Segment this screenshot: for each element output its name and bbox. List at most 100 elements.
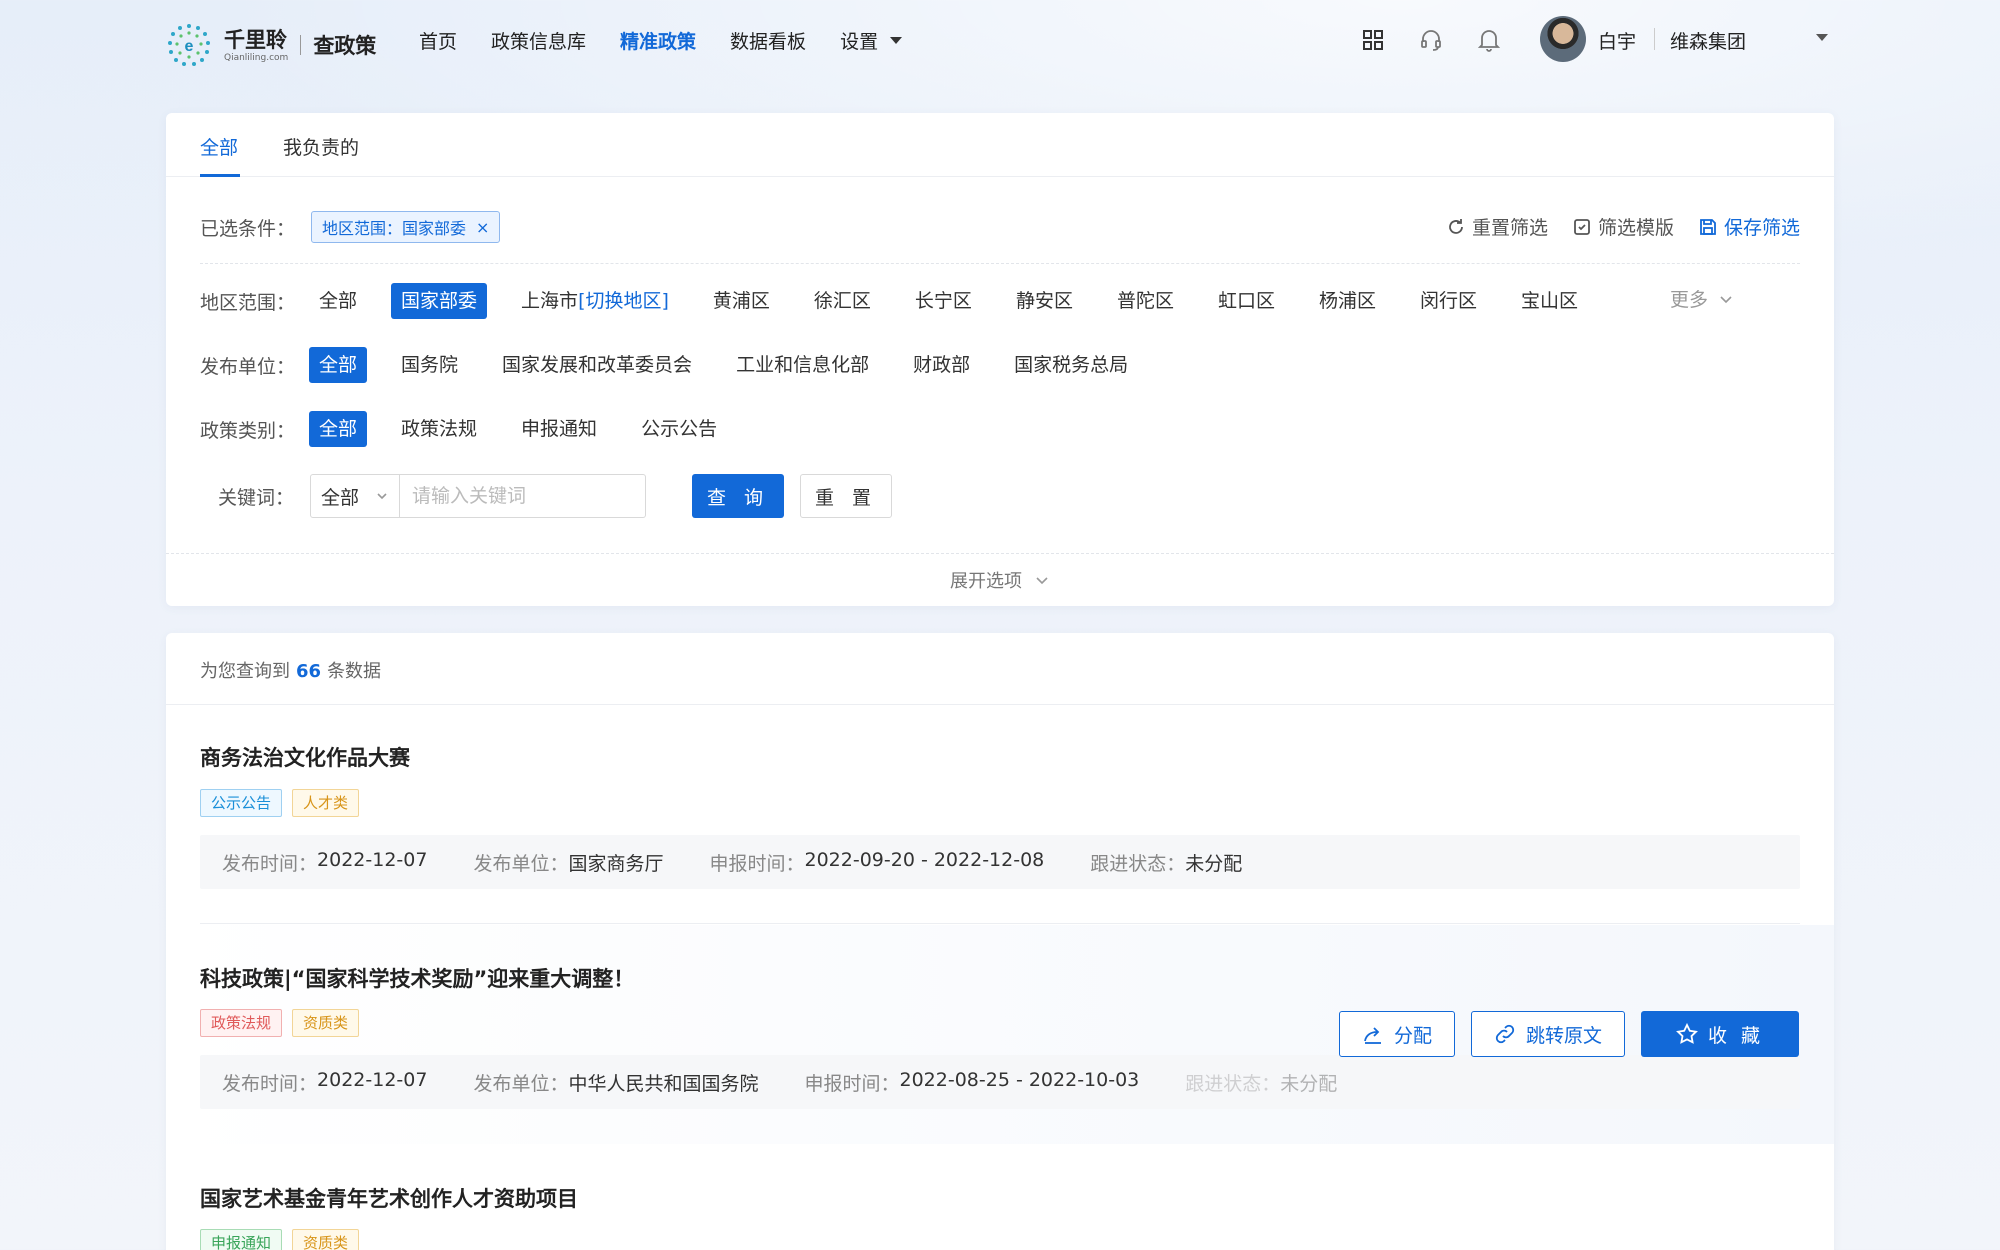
region-option-yangpu[interactable]: 杨浦区	[1309, 283, 1386, 319]
region-option-putuo[interactable]: 普陀区	[1107, 283, 1184, 319]
query-button[interactable]: 查 询	[692, 474, 785, 518]
menu-item-policy-library[interactable]: 政策信息库	[491, 27, 586, 54]
reset-button[interactable]: 重 置	[800, 474, 893, 518]
region-option-national[interactable]: 国家部委	[391, 283, 488, 319]
chevron-down-icon	[1036, 577, 1048, 585]
favorite-button[interactable]: 收 藏	[1641, 1011, 1800, 1057]
filter-template-button[interactable]: 筛选模版	[1572, 213, 1674, 240]
publisher-option-sta[interactable]: 国家税务总局	[1004, 347, 1138, 383]
filter-row-region: 地区范围： 全部 国家部委 上海市[切换地区] 黄浦区 徐汇区 长宁区 静安区 …	[200, 283, 1612, 319]
publisher-option-ndrc[interactable]: 国家发展和改革委员会	[492, 347, 702, 383]
region-option-huangpu[interactable]: 黄浦区	[703, 283, 780, 319]
logo[interactable]: e 千里聆 Qianliling.com 查政策	[166, 22, 376, 68]
meta-value: 2022-08-25 - 2022-10-03	[899, 1068, 1140, 1091]
keyword-input[interactable]	[400, 474, 647, 518]
publisher-option-all[interactable]: 全部	[309, 347, 368, 383]
category-option-all[interactable]: 全部	[309, 411, 368, 447]
save-filter-label: 保存筛选	[1723, 217, 1800, 239]
region-option-changning[interactable]: 长宁区	[905, 283, 982, 319]
menu-item-dashboard[interactable]: 数据看板	[730, 27, 806, 54]
chevron-down-icon	[1720, 295, 1732, 303]
expand-options-button[interactable]: 展开选项	[166, 567, 1834, 593]
menu-item-home[interactable]: 首页	[419, 27, 457, 54]
region-more-button[interactable]: 更多	[1670, 285, 1734, 312]
result-count: 66	[296, 661, 322, 682]
filter-row-publisher: 发布单位： 全部 国务院 国家发展和改革委员会 工业和信息化部 财政部 国家税务…	[200, 347, 1162, 383]
category-option-regulation[interactable]: 政策法规	[391, 411, 487, 447]
result-suffix: 条数据	[327, 661, 382, 682]
meta-label: 发布单位：	[473, 1072, 569, 1095]
meta-value: 未分配	[1280, 1072, 1338, 1095]
condition-divider	[200, 263, 1800, 264]
condition-chip-text: 地区范围：国家部委	[322, 219, 467, 238]
results-panel: 为您查询到 66 条数据 商务法治文化作品大赛 公示公告 人才类 发布时间： 2022…	[166, 633, 1834, 1250]
meta-label: 申报时间：	[709, 852, 805, 875]
region-option-all[interactable]: 全部	[309, 283, 367, 319]
region-option-shanghai[interactable]: 上海市[切换地区]	[511, 283, 679, 319]
item-tags: 申报通知 资质类	[200, 1229, 369, 1250]
menu-item-precise-policy[interactable]: 精准政策	[620, 27, 696, 54]
item-title[interactable]: 商务法治文化作品大赛	[200, 742, 410, 772]
meta-value: 未分配	[1185, 852, 1243, 875]
item-title[interactable]: 科技政策|“国家科学技术奖励”迎来重大调整！	[200, 963, 634, 993]
list-item[interactable]: 商务法治文化作品大赛 公示公告 人才类 发布时间： 2022-12-07 发布单位…	[166, 705, 1834, 924]
brand-name: 千里聆	[224, 27, 287, 52]
tab-active-indicator	[200, 174, 240, 177]
publisher-option-miit[interactable]: 工业和信息化部	[726, 347, 879, 383]
product-name: 查政策	[313, 34, 377, 58]
keyword-row: 关键词： 全部 查 询 重 置	[218, 474, 893, 518]
item-title[interactable]: 国家艺术基金青年艺术创作人才资助项目	[200, 1183, 578, 1213]
logo-mark-icon: e	[166, 22, 212, 68]
meta-value: 国家商务厅	[568, 852, 664, 875]
publisher-option-state-council[interactable]: 国务院	[391, 347, 468, 383]
result-count-text: 为您查询到 66 条数据	[200, 657, 381, 683]
region-option-hongkou[interactable]: 虹口区	[1208, 283, 1285, 319]
filter-panel: 全部 我负责的 已选条件： 地区范围：国家部委 × 重置筛选 筛选模版 保存筛选…	[166, 113, 1834, 606]
region-option-xuhui[interactable]: 徐汇区	[804, 283, 881, 319]
item-tag: 资质类	[292, 1009, 360, 1037]
region-option-jingan[interactable]: 静安区	[1006, 283, 1083, 319]
hovered-item-actions: 分配 跳转原文 收 藏	[1339, 1011, 1800, 1057]
meta-publisher: 发布单位： 国家商务厅	[473, 849, 663, 876]
result-prefix: 为您查询到	[200, 661, 290, 682]
item-meta: 发布时间： 2022-12-07 发布单位： 国家商务厅 申报时间： 2022-09-…	[200, 835, 1800, 889]
user-name[interactable]: 白宇	[1598, 27, 1636, 54]
user-divider	[1654, 28, 1655, 50]
region-option-minhang[interactable]: 闵行区	[1410, 283, 1487, 319]
apps-grid-icon[interactable]	[1360, 27, 1386, 53]
keyword-scope-select[interactable]: 全部	[310, 474, 401, 518]
region-option-baoshan[interactable]: 宝山区	[1511, 283, 1588, 319]
region-more-label: 更多	[1669, 289, 1708, 311]
org-name[interactable]: 维森集团	[1670, 27, 1746, 54]
item-meta: 发布时间： 2022-12-07 发布单位： 中华人民共和国国务院 申报时间： 202…	[200, 1055, 1800, 1109]
tab-mine[interactable]: 我负责的	[283, 133, 359, 160]
meta-publish-time: 发布时间： 2022-12-07	[222, 849, 427, 876]
top-nav: e 千里聆 Qianliling.com 查政策 首页 政策信息库 精准政策 数…	[0, 0, 2000, 80]
avatar[interactable]	[1540, 16, 1586, 62]
org-dropdown-icon[interactable]	[1816, 34, 1828, 41]
tab-all[interactable]: 全部	[200, 133, 238, 160]
headset-icon[interactable]	[1418, 27, 1444, 53]
meta-label: 跟进状态：	[1185, 1072, 1281, 1095]
jump-to-source-label: 跳转原文	[1526, 1024, 1603, 1047]
svg-text:e: e	[185, 38, 194, 55]
remove-condition-icon[interactable]: ×	[476, 218, 489, 237]
meta-apply-time: 申报时间： 2022-08-25 - 2022-10-03	[804, 1069, 1139, 1096]
item-tag: 申报通知	[200, 1229, 283, 1250]
assign-label: 分配	[1394, 1024, 1433, 1047]
publisher-option-mof[interactable]: 财政部	[903, 347, 980, 383]
list-item[interactable]: 国家艺术基金青年艺术创作人才资助项目 申报通知 资质类	[166, 1145, 1834, 1250]
meta-value: 2022-12-07	[317, 848, 428, 871]
assign-button[interactable]: 分配	[1339, 1011, 1456, 1057]
category-option-application[interactable]: 申报通知	[511, 411, 607, 447]
meta-publish-time: 发布时间： 2022-12-07	[222, 1069, 427, 1096]
item-tag: 公示公告	[200, 789, 283, 817]
reset-filter-button[interactable]: 重置筛选	[1446, 213, 1548, 240]
category-option-announcement[interactable]: 公示公告	[631, 411, 727, 447]
menu-item-settings[interactable]: 设置	[840, 27, 903, 54]
save-filter-button[interactable]: 保存筛选	[1698, 213, 1800, 240]
switch-region-link[interactable]: [切换地区]	[578, 290, 669, 312]
jump-to-source-button[interactable]: 跳转原文	[1471, 1011, 1626, 1057]
bell-icon[interactable]	[1476, 27, 1502, 53]
assign-icon	[1364, 1027, 1381, 1044]
